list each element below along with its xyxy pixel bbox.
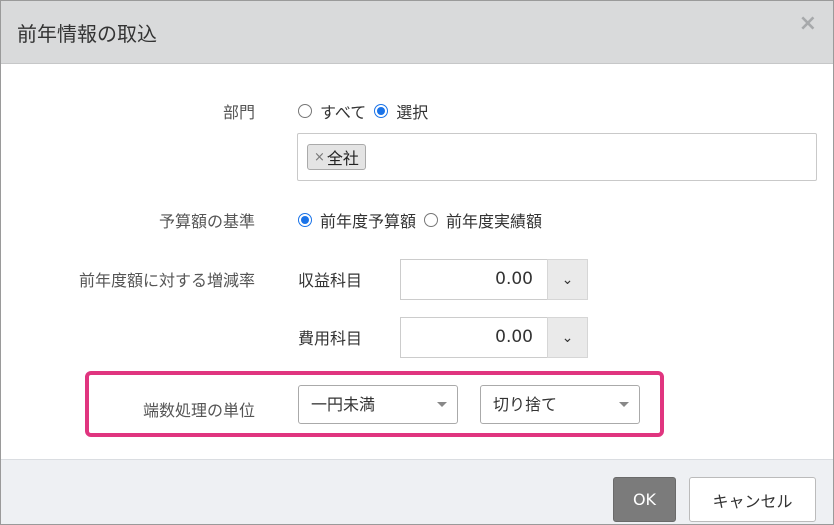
dialog-header: 前年情報の取込 × <box>1 1 833 64</box>
dialog-footer: OK キャンセル <box>1 459 833 524</box>
budget-basis-option-budget[interactable]: 前年度予算額 <box>298 208 416 232</box>
ok-button[interactable]: OK <box>613 477 676 522</box>
department-tag-input[interactable]: × 全社 <box>297 133 817 181</box>
department-tag: × 全社 <box>307 144 366 170</box>
close-icon[interactable]: × <box>799 13 817 35</box>
expense-rate-input[interactable]: 0.00 <box>400 317 548 358</box>
radio-icon[interactable] <box>298 104 312 118</box>
department-radio-group: すべて 選択 <box>298 99 436 123</box>
cancel-button[interactable]: キャンセル <box>689 477 816 522</box>
budget-basis-option-budget-label: 前年度予算額 <box>320 212 417 231</box>
rate-label: 前年度額に対する増減率 <box>78 271 255 290</box>
rounding-label: 端数処理の単位 <box>142 401 255 420</box>
import-previous-year-dialog: 前年情報の取込 × 部門 すべて 選択 × 全社 予算額の基準 前年度予算額 前… <box>0 0 834 525</box>
budget-basis-option-actual[interactable]: 前年度実績額 <box>424 208 542 232</box>
department-option-select[interactable]: 選択 <box>374 99 428 123</box>
budget-basis-option-actual-label: 前年度実績額 <box>446 212 543 231</box>
department-tag-label: 全社 <box>326 149 359 168</box>
radio-checked-icon[interactable] <box>298 213 312 227</box>
radio-checked-icon[interactable] <box>374 104 389 118</box>
revenue-rate-input[interactable]: 0.00 <box>400 259 548 300</box>
dropdown-arrow-icon <box>619 402 629 407</box>
department-option-select-label: 選択 <box>396 103 429 122</box>
department-option-all[interactable]: すべて <box>298 99 366 123</box>
revenue-chevron-down-icon[interactable]: ⌄ <box>547 259 588 300</box>
rounding-unit-value: 一円未満 <box>311 395 376 414</box>
department-option-all-label: すべて <box>320 103 367 122</box>
expense-chevron-down-icon[interactable]: ⌄ <box>547 317 588 358</box>
radio-icon[interactable] <box>424 213 439 227</box>
department-label: 部門 <box>222 103 255 122</box>
rounding-method-select[interactable]: 切り捨て <box>480 385 640 424</box>
dropdown-arrow-icon <box>437 402 447 407</box>
remove-tag-icon[interactable]: × <box>314 150 325 165</box>
rounding-unit-select[interactable]: 一円未満 <box>298 385 458 424</box>
dialog-title: 前年情報の取込 <box>17 22 157 46</box>
rounding-method-value: 切り捨て <box>493 395 558 414</box>
budget-basis-radio-group: 前年度予算額 前年度実績額 <box>298 208 550 232</box>
budget-basis-label: 予算額の基準 <box>158 212 255 231</box>
revenue-label: 収益科目 <box>298 271 363 290</box>
expense-label: 費用科目 <box>298 329 363 348</box>
